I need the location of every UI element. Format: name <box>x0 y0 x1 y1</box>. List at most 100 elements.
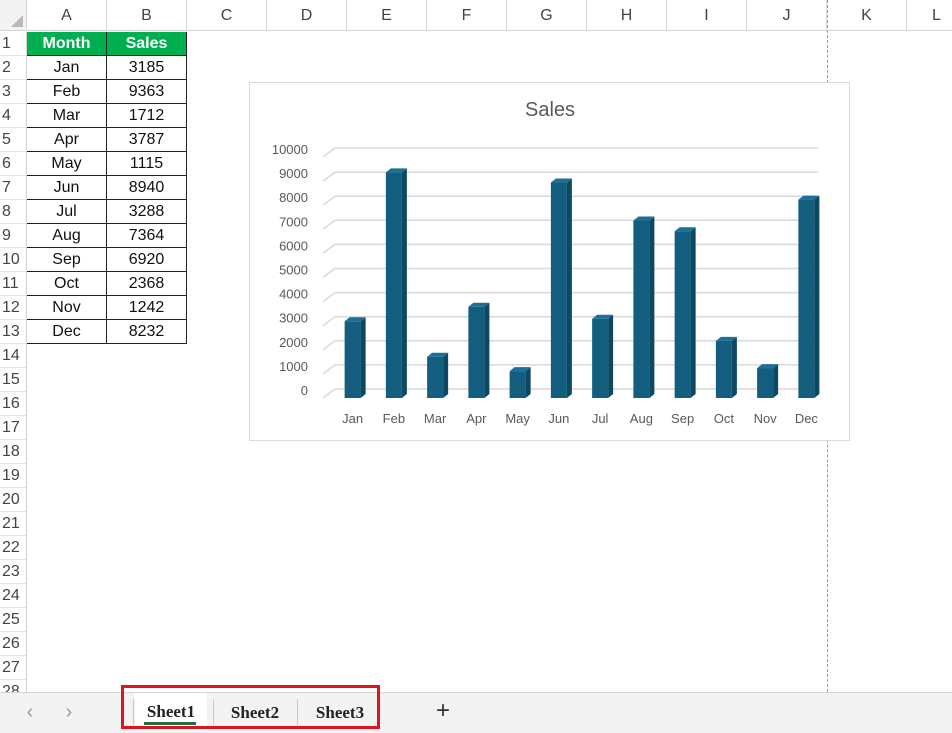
column-header-c[interactable]: C <box>187 0 267 31</box>
tab-sheet1[interactable]: Sheet1 <box>135 693 207 731</box>
bar-aug[interactable] <box>633 216 655 398</box>
month-cell[interactable]: Apr <box>27 128 107 152</box>
bar-may[interactable] <box>509 367 531 398</box>
sales-cell[interactable]: 2368 <box>107 272 187 296</box>
sheet-tab-bar: ‹ › Sheet1 Sheet2 Sheet3 + <box>0 692 952 733</box>
row-header-28[interactable]: 28 <box>0 680 27 692</box>
y-tick-label: 7000 <box>279 214 308 229</box>
month-cell[interactable]: May <box>27 152 107 176</box>
sales-cell[interactable]: 8940 <box>107 176 187 200</box>
month-cell[interactable]: Jul <box>27 200 107 224</box>
row-header-7[interactable]: 7 <box>0 176 27 200</box>
bar-oct[interactable] <box>715 336 737 398</box>
column-header-h[interactable]: H <box>587 0 667 31</box>
row-header-15[interactable]: 15 <box>0 368 27 392</box>
row-header-1[interactable]: 1 <box>0 32 27 56</box>
tab-sheet3[interactable]: Sheet3 <box>302 693 378 731</box>
column-header-d[interactable]: D <box>267 0 347 31</box>
sales-cell[interactable]: 7364 <box>107 224 187 248</box>
bar-side <box>731 336 737 398</box>
row-header-26[interactable]: 26 <box>0 632 27 656</box>
month-cell[interactable]: Sep <box>27 248 107 272</box>
sales-cell[interactable]: 8232 <box>107 320 187 344</box>
bar-jul[interactable] <box>592 314 614 398</box>
column-header-f[interactable]: F <box>427 0 507 31</box>
row-header-25[interactable]: 25 <box>0 608 27 632</box>
column-header-k[interactable]: K <box>827 0 907 31</box>
row-header-3[interactable]: 3 <box>0 80 27 104</box>
y-tick-label: 0 <box>301 383 308 398</box>
sales-cell[interactable]: 3787 <box>107 128 187 152</box>
row-header-4[interactable]: 4 <box>0 104 27 128</box>
sales-cell[interactable]: 3185 <box>107 56 187 80</box>
month-cell[interactable]: Aug <box>27 224 107 248</box>
column-header-l[interactable]: L <box>907 0 952 31</box>
tab-sheet2[interactable]: Sheet2 <box>218 693 292 731</box>
column-header-b[interactable]: B <box>107 0 187 31</box>
sales-cell[interactable]: 6920 <box>107 248 187 272</box>
sales-cell[interactable]: 1115 <box>107 152 187 176</box>
month-cell[interactable]: Feb <box>27 80 107 104</box>
chevron-left-icon[interactable]: ‹ <box>19 701 41 723</box>
column-header-e[interactable]: E <box>347 0 427 31</box>
row-header-6[interactable]: 6 <box>0 152 27 176</box>
table-header-cell[interactable]: Sales <box>107 32 187 56</box>
month-cell[interactable]: Dec <box>27 320 107 344</box>
row-header-2[interactable]: 2 <box>0 56 27 80</box>
sales-cell[interactable]: 1712 <box>107 104 187 128</box>
bar-jan[interactable] <box>344 317 366 398</box>
row-header-18[interactable]: 18 <box>0 440 27 464</box>
month-cell[interactable]: Nov <box>27 296 107 320</box>
sales-chart[interactable]: 0 1000 2000 3000 4000 5000 6000 7000 8000 9000 100… <box>249 82 850 441</box>
month-cell[interactable]: Mar <box>27 104 107 128</box>
table-header-cell[interactable]: Month <box>27 32 107 56</box>
row-header-20[interactable]: 20 <box>0 488 27 512</box>
sales-cell[interactable]: 3288 <box>107 200 187 224</box>
bar-front <box>592 318 609 398</box>
column-header-g[interactable]: G <box>507 0 587 31</box>
tab-separator <box>297 699 298 725</box>
row-header-17[interactable]: 17 <box>0 416 27 440</box>
row-header-12[interactable]: 12 <box>0 296 27 320</box>
row-header-14[interactable]: 14 <box>0 344 27 368</box>
bar-sep[interactable] <box>674 227 696 398</box>
row-header-21[interactable]: 21 <box>0 512 27 536</box>
month-cell[interactable]: Oct <box>27 272 107 296</box>
row-header-24[interactable]: 24 <box>0 584 27 608</box>
bar-dec[interactable] <box>798 195 820 398</box>
column-header-a[interactable]: A <box>27 0 107 31</box>
column-header-j[interactable]: J <box>747 0 827 31</box>
plus-icon[interactable]: + <box>432 698 454 724</box>
row-header-9[interactable]: 9 <box>0 224 27 248</box>
row-header-19[interactable]: 19 <box>0 464 27 488</box>
bar-apr[interactable] <box>468 302 490 398</box>
bar-side <box>443 352 449 398</box>
bar-mar[interactable] <box>427 352 449 398</box>
y-tick-label: 9000 <box>279 166 308 181</box>
row-header-8[interactable]: 8 <box>0 200 27 224</box>
row-header-10[interactable]: 10 <box>0 248 27 272</box>
month-cell[interactable]: Jun <box>27 176 107 200</box>
column-header-i[interactable]: I <box>667 0 747 31</box>
spreadsheet-grid[interactable]: ABCDEFGHIJKL 1 2 3 4 5 6 7 8 9 10 11 12 13 14 15 16 17 18… <box>0 0 952 692</box>
row-header-22[interactable]: 22 <box>0 536 27 560</box>
month-cell[interactable]: Jan <box>27 56 107 80</box>
row-header-5[interactable]: 5 <box>0 128 27 152</box>
row-header-23[interactable]: 23 <box>0 560 27 584</box>
bar-front <box>427 356 444 398</box>
sales-cell[interactable]: 9363 <box>107 80 187 104</box>
chart-title[interactable]: Sales <box>525 99 575 121</box>
x-tick-label: Jun <box>548 411 569 426</box>
bar-nov[interactable] <box>757 364 779 398</box>
row-header-16[interactable]: 16 <box>0 392 27 416</box>
y-tick-label: 5000 <box>279 263 308 278</box>
sales-cell[interactable]: 1242 <box>107 296 187 320</box>
bar-side <box>773 364 779 398</box>
select-all-corner[interactable] <box>0 0 27 31</box>
row-header-27[interactable]: 27 <box>0 656 27 680</box>
row-header-13[interactable]: 13 <box>0 320 27 344</box>
bar-jun[interactable] <box>550 178 572 398</box>
chevron-right-icon[interactable]: › <box>58 701 80 723</box>
bar-feb[interactable] <box>385 168 407 398</box>
row-header-11[interactable]: 11 <box>0 272 27 296</box>
